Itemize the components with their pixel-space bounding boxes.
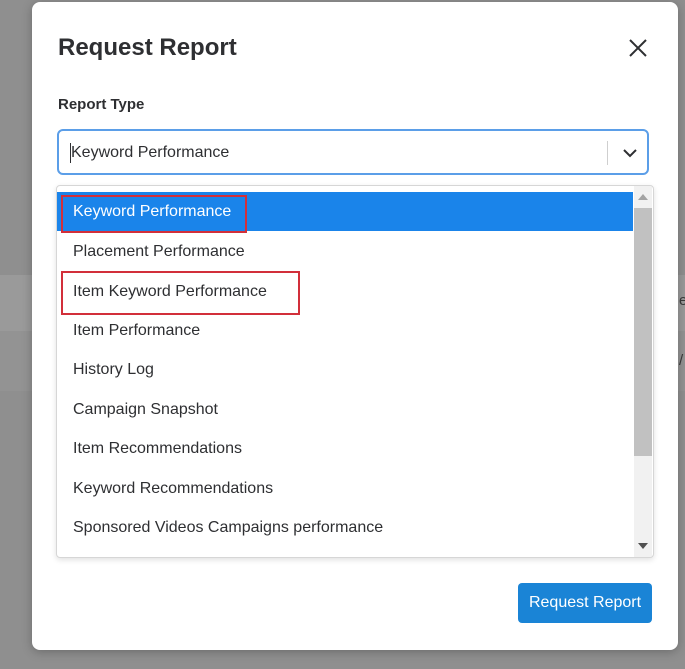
request-report-button[interactable]: Request Report [518, 583, 652, 623]
option-item-keyword-performance[interactable]: Item Keyword Performance [57, 272, 633, 311]
chevron-down-icon[interactable] [621, 144, 639, 162]
scroll-down-arrow-icon[interactable] [638, 543, 648, 549]
option-item-performance[interactable]: Item Performance [57, 311, 633, 350]
report-type-dropdown: Keyword Performance Placement Performanc… [56, 185, 654, 558]
option-item-recommendations[interactable]: Item Recommendations [57, 429, 633, 468]
scroll-up-arrow-icon[interactable] [638, 194, 648, 200]
option-keyword-performance[interactable]: Keyword Performance [57, 192, 633, 231]
background-text: e [679, 292, 685, 309]
option-keyword-recommendations[interactable]: Keyword Recommendations [57, 469, 633, 508]
scroll-thumb[interactable] [634, 208, 652, 456]
report-type-value: Keyword Performance [71, 144, 230, 161]
modal-title: Request Report [58, 34, 237, 61]
close-icon [629, 39, 647, 57]
option-placement-performance[interactable]: Placement Performance [57, 232, 633, 271]
report-type-label: Report Type [58, 96, 145, 113]
option-sponsored-videos-campaigns-performance[interactable]: Sponsored Videos Campaigns performance [57, 508, 633, 547]
request-report-modal: Request Report Report Type Keyword Perfo… [32, 2, 678, 650]
report-type-select[interactable]: Keyword Performance [57, 129, 649, 175]
background-text: / [679, 352, 684, 369]
option-history-log[interactable]: History Log [57, 350, 633, 389]
select-divider [607, 141, 608, 165]
close-button[interactable] [624, 34, 652, 62]
option-campaign-snapshot[interactable]: Campaign Snapshot [57, 390, 633, 429]
dropdown-scrollbar[interactable] [634, 186, 652, 557]
